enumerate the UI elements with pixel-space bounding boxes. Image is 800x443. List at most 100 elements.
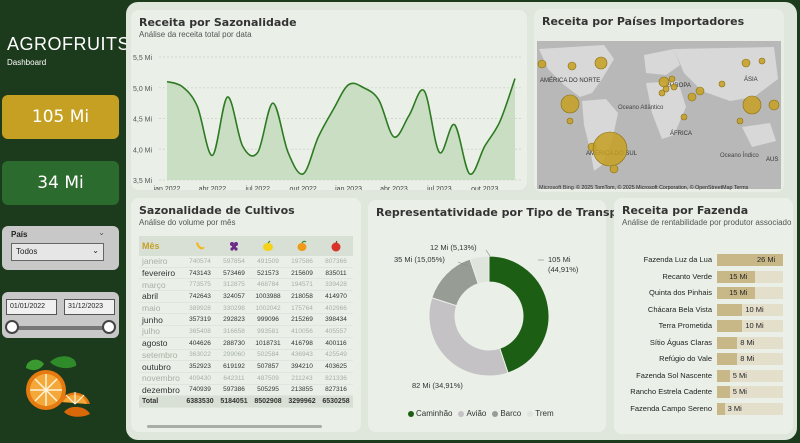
table-row[interactable]: outubro 352923 619192 507857 394210 403625 — [139, 361, 353, 373]
legend-item-avião[interactable]: Avião — [458, 409, 486, 418]
farm-name-label: Sítio Águas Claras — [649, 337, 712, 347]
farm-bar[interactable] — [717, 386, 730, 398]
month-column-header[interactable]: Mês — [139, 241, 183, 251]
volume-cell: 409430 — [189, 374, 211, 382]
farm-bar[interactable] — [717, 402, 725, 415]
farm-bar-row[interactable]: Rancho Estrela Cadente 5 Mi — [614, 385, 793, 399]
month-cell: julho — [142, 326, 160, 337]
importers-map[interactable]: AMÉRICA DO NORTE EUROPA ÁSIA Oceano Atlâ… — [534, 9, 784, 192]
legend-dot — [492, 410, 499, 417]
volume-cell: 416798 — [291, 339, 313, 347]
apple-icon[interactable] — [319, 240, 353, 252]
lemon-icon[interactable] — [251, 240, 285, 252]
month-cell: fevereiro — [142, 268, 176, 279]
volume-cell: 403625 — [325, 363, 347, 371]
table-row[interactable]: janeiro 740574 597854 491509 197586 807366 — [139, 256, 353, 268]
legend-item-trem[interactable]: Trem — [527, 409, 554, 418]
volume-cell: 505295 — [257, 386, 279, 394]
volume-cell: 821336 — [325, 374, 347, 382]
donut-slice-barco[interactable] — [431, 258, 479, 307]
season-xtick: jul 2022 — [245, 186, 271, 190]
table-row[interactable]: maio 389928 330298 1002042 175764 402966 — [139, 303, 353, 315]
chevron-up-icon[interactable]: ⌄ — [98, 228, 105, 237]
volume-cell: 357319 — [189, 316, 211, 324]
farm-bar-row[interactable]: Quinta dos Pinhais 15 Mi — [614, 286, 793, 300]
farm-bar-row[interactable]: Terra Prometida 10 Mi — [614, 319, 793, 333]
volume-cell: 743143 — [189, 269, 211, 277]
farm-bar-row[interactable]: Fazenda Luz da Lua 26 Mi — [614, 253, 793, 267]
month-cell: abril — [142, 291, 159, 302]
farm-bar[interactable] — [717, 320, 743, 332]
volume-cell: 573469 — [223, 269, 245, 277]
farm-bar-row[interactable]: Refúgio do Vale 8 Mi — [614, 352, 793, 366]
table-row[interactable]: setembro 363022 299060 502584 436943 425549 — [139, 350, 353, 362]
volume-cell: 993581 — [257, 327, 279, 335]
grape-icon[interactable] — [217, 240, 251, 252]
crops-total-row[interactable]: Total 6383530 5184051 8502908 3299962 6530258 — [139, 396, 353, 408]
season-area-chart[interactable]: 5,5 Mi 5,0 Mi 4,5 Mi 4,0 Mi 3,5 Mijan 2022 ab… — [131, 10, 527, 190]
month-cell: janeiro — [142, 256, 168, 267]
donut-slice-avião[interactable] — [428, 297, 509, 377]
legend-item-caminhão[interactable]: Caminhão — [408, 409, 452, 418]
month-cell: março — [142, 279, 166, 290]
farm-bar[interactable] — [717, 303, 743, 316]
farm-bar-row[interactable]: Fazenda Sol Nascente 5 Mi — [614, 369, 793, 383]
crops-seasonality-card: Sazonalidade de Cultivos Análise do volu… — [131, 198, 361, 432]
volume-cell: 363022 — [189, 351, 211, 359]
volume-cell: 213855 — [291, 386, 313, 394]
date-slider-track[interactable] — [12, 326, 109, 330]
farm-value-label: 3 Mi — [727, 403, 742, 413]
volume-cell: 827316 — [325, 386, 347, 394]
table-row[interactable]: agosto 404626 288730 1018731 416798 400116 — [139, 338, 353, 350]
farm-bar[interactable] — [717, 336, 738, 349]
volume-cell: 339428 — [325, 281, 347, 289]
farm-bar[interactable] — [717, 369, 730, 382]
volume-cell: 1018731 — [255, 339, 281, 347]
volume-cell: 288730 — [223, 339, 245, 347]
date-range-slicer: 01/01/2022 31/12/2023 — [2, 292, 119, 338]
farm-value-label: 10 Mi — [745, 304, 764, 314]
farm-bar-row[interactable]: Fazenda Campo Sereno 3 Mi — [614, 402, 793, 416]
mango-icon[interactable] — [285, 240, 319, 252]
table-row[interactable]: abril 742643 324057 1003988 218058 414970 — [139, 291, 353, 303]
season-ytick: 4,5 Mi — [133, 117, 153, 124]
season-xtick: abr 2023 — [380, 186, 408, 190]
table-row[interactable]: março 773575 312875 468784 194571 339428 — [139, 279, 353, 292]
date-start-input[interactable]: 01/01/2022 — [6, 299, 57, 315]
crops-table[interactable]: Mês janeiro 740574 597854 491509 197586 80736… — [139, 236, 353, 408]
date-end-input[interactable]: 31/12/2023 — [64, 299, 115, 315]
country-dropdown[interactable]: Todos ⌄ — [11, 243, 104, 261]
farm-bar[interactable] — [717, 353, 738, 365]
banana-icon[interactable] — [183, 240, 217, 252]
season-xtick: jul 2023 — [426, 186, 452, 190]
season-xtick: out 2023 — [471, 186, 498, 190]
farm-bar-row[interactable]: Chácara Bela Vista 10 Mi — [614, 303, 793, 317]
volume-cell: 299060 — [223, 351, 245, 359]
farm-name-label: Terra Prometida — [658, 321, 712, 330]
date-slider-end-handle[interactable] — [102, 320, 116, 334]
farm-name-label: Fazenda Sol Nascente — [636, 370, 712, 380]
donut-data-label: 12 Mi (5,13%) — [430, 243, 477, 252]
table-row[interactable]: fevereiro 743143 573469 521573 215609 835011 — [139, 268, 353, 280]
legend-dot — [458, 410, 465, 417]
map-attribution[interactable]: © 2025 TomTom, © 2025 Microsoft Corporat… — [576, 184, 749, 191]
table-row[interactable]: dezembro 740939 597386 505295 213855 827316 — [139, 385, 353, 397]
farm-bar-row[interactable]: Recanto Verde 15 Mi — [614, 270, 793, 284]
season-xtick: out 2022 — [290, 186, 317, 190]
table-row[interactable]: julho 365408 316658 993581 410056 405557 — [139, 326, 353, 338]
orange-logo-icon — [26, 356, 90, 417]
month-cell: maio — [142, 303, 161, 314]
transport-card: Representatividade por Tipo de Transport… — [368, 200, 643, 432]
date-slider-start-handle[interactable] — [5, 320, 19, 334]
kpi-revenue-card: 105 Mi — [2, 95, 119, 139]
table-row[interactable]: novembro 409430 642311 487509 211243 821336 — [139, 373, 353, 385]
table-row[interactable]: junho 357319 292823 999096 215269 398434 — [139, 314, 353, 327]
crops-horizontal-scrollbar[interactable] — [147, 425, 322, 428]
legend-dot — [527, 410, 534, 417]
volume-cell: 365408 — [189, 327, 211, 335]
farm-value-label: 15 Mi — [729, 288, 748, 297]
volume-cell: 352923 — [189, 363, 211, 371]
farm-bar-row[interactable]: Sítio Águas Claras 8 Mi — [614, 336, 793, 350]
legend-item-barco[interactable]: Barco — [492, 409, 521, 418]
transport-donut-chart[interactable]: 105 Mi(44,91%) 82 Mi (34,91%) 35 Mi (15,05… — [368, 200, 606, 432]
